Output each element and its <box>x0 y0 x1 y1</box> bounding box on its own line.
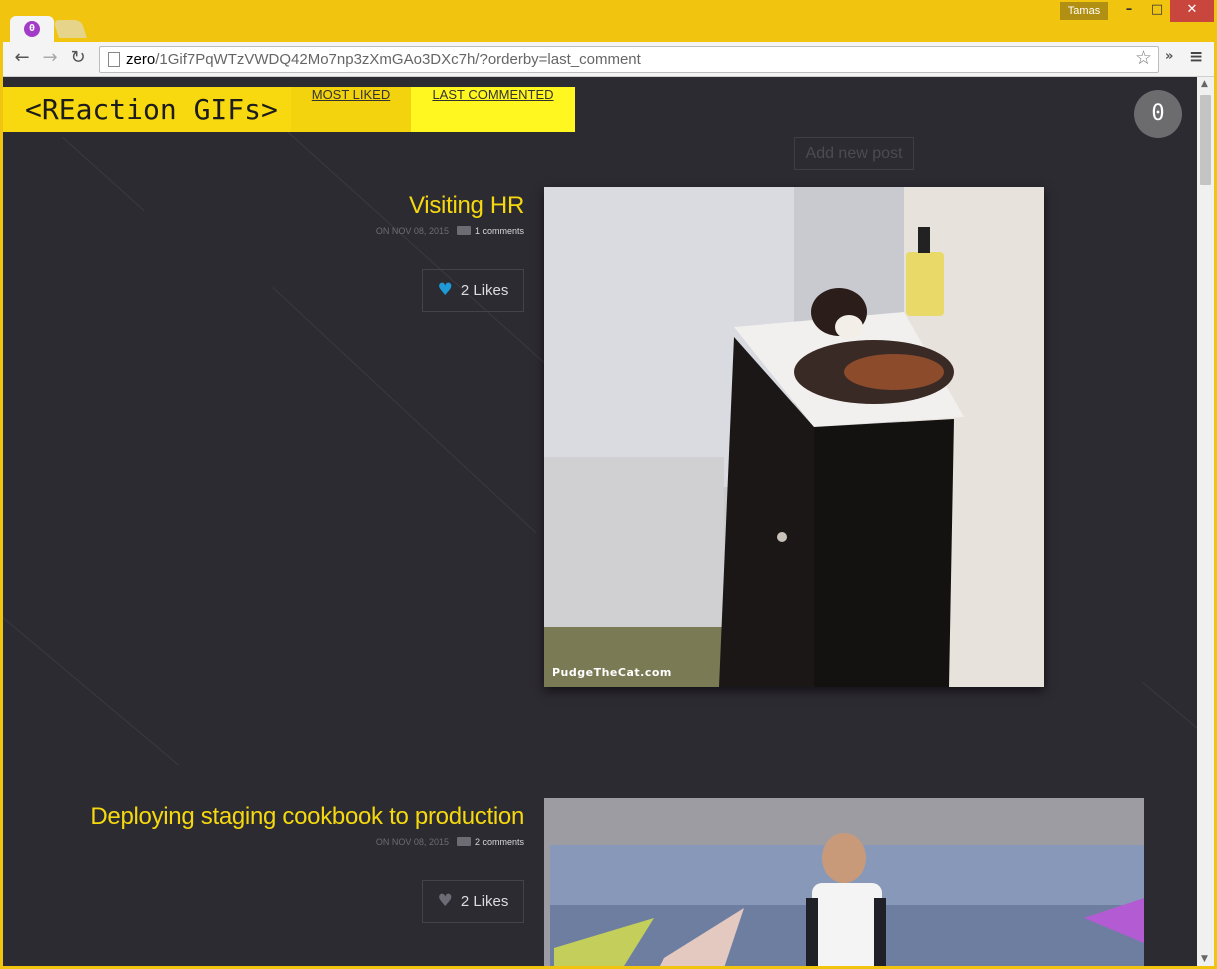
like-button[interactable]: ♥ 2 Likes <box>422 269 524 312</box>
comment-icon <box>456 837 471 846</box>
vertical-scrollbar[interactable]: ▲ ▼ <box>1197 77 1214 966</box>
menu-icon[interactable]: ≡ <box>1189 47 1203 67</box>
minimize-button[interactable]: – <box>1114 0 1144 22</box>
cat-in-sink-image <box>544 187 1044 687</box>
background-decoration <box>1142 682 1205 735</box>
browser-toolbar: ← → ↻ zero/1Gif7PqWTzVWDQ42Mo7np3zXmGAo3… <box>3 42 1214 77</box>
star-icon[interactable]: ☆ <box>1135 47 1152 69</box>
peer-count-badge[interactable]: 0 <box>1134 90 1182 138</box>
nav-last-commented[interactable]: LAST COMMENTED <box>411 87 575 132</box>
comment-icon <box>456 226 471 235</box>
background-decoration <box>62 137 145 212</box>
post-image[interactable] <box>544 798 1144 966</box>
browser-tab-active[interactable]: 0 <box>10 16 54 42</box>
url-host: zero <box>126 51 156 68</box>
post-title[interactable]: Deploying staging cookbook to production <box>90 803 524 831</box>
close-window-button[interactable]: ✕ <box>1170 0 1214 22</box>
page-icon <box>108 52 120 67</box>
url-text[interactable]: zero/1Gif7PqWTzVWDQ42Mo7np3zXmGAo3DXc7h/… <box>126 51 641 68</box>
heart-icon: ♥ <box>437 280 453 300</box>
scrollbar-thumb[interactable] <box>1200 95 1211 185</box>
back-icon[interactable]: ← <box>11 47 33 69</box>
post-image[interactable]: PudgeTheCat.com <box>544 187 1044 687</box>
add-new-post-button[interactable]: Add new post <box>794 137 914 170</box>
post-date: ON NOV 08, 2015 <box>375 837 449 847</box>
forward-icon[interactable]: → <box>39 47 61 69</box>
site-favicon-icon: 0 <box>24 21 40 37</box>
page-viewport: <REaction GIFs> MOST LIKED LAST COMMENTE… <box>3 77 1214 966</box>
url-path: /1Gif7PqWTzVWDQ42Mo7np3zXmGAo3DXc7h/?ord… <box>155 51 641 68</box>
like-count: 2 Likes <box>460 893 509 910</box>
post-comments-link[interactable]: 1 comments <box>475 226 524 236</box>
maximize-button[interactable]: □ <box>1142 0 1172 22</box>
like-button[interactable]: ♥ 2 Likes <box>422 880 524 923</box>
background-decoration <box>272 287 537 534</box>
address-bar[interactable]: zero/1Gif7PqWTzVWDQ42Mo7np3zXmGAo3DXc7h/… <box>99 46 1159 73</box>
post-date: ON NOV 08, 2015 <box>375 226 449 236</box>
browser-titlebar: 0 Tamas – □ ✕ <box>0 0 1217 42</box>
beach-scene-image <box>544 798 1144 966</box>
post-comments-link[interactable]: 2 comments <box>475 837 524 847</box>
post-meta: ON NOV 08, 2015 1 comments <box>376 226 524 236</box>
profile-user-badge[interactable]: Tamas <box>1060 2 1108 20</box>
site-logo[interactable]: <REaction GIFs> <box>3 87 291 132</box>
post-meta: ON NOV 08, 2015 2 comments <box>376 837 524 847</box>
scroll-up-icon[interactable]: ▲ <box>1201 79 1208 89</box>
like-count: 2 Likes <box>460 282 509 299</box>
image-watermark: PudgeTheCat.com <box>552 666 672 679</box>
new-tab-button[interactable] <box>53 20 87 38</box>
scroll-down-icon[interactable]: ▼ <box>1201 954 1208 964</box>
nav-most-liked[interactable]: MOST LIKED <box>291 87 411 132</box>
post-title[interactable]: Visiting HR <box>409 192 524 220</box>
heart-icon: ♥ <box>437 891 453 911</box>
reload-icon[interactable]: ↻ <box>67 47 89 69</box>
extensions-icon[interactable]: » <box>1165 49 1173 64</box>
background-decoration <box>3 617 180 766</box>
